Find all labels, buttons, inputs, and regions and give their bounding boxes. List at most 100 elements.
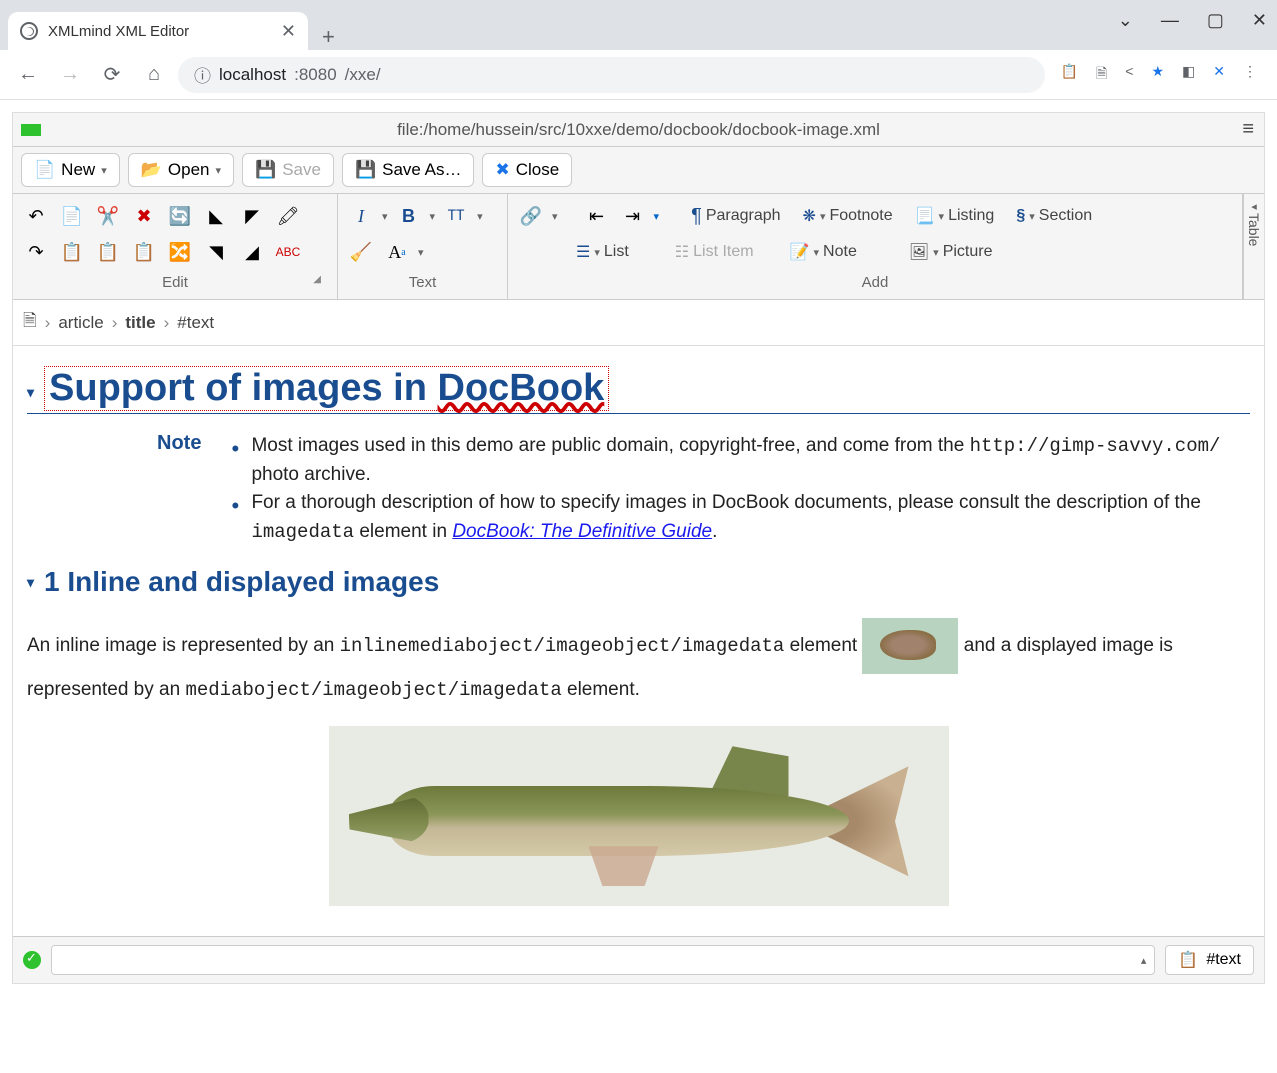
tab-close-icon[interactable]: ✕: [281, 21, 296, 42]
close-icon: ✖: [495, 160, 509, 180]
indent-caret[interactable]: ▾: [654, 210, 660, 223]
menu-icon[interactable]: ⋮: [1243, 63, 1257, 87]
insert-after-icon[interactable]: ◥: [201, 237, 231, 267]
title-link[interactable]: DocBook: [438, 367, 605, 409]
add-note[interactable]: 📝▾Note: [782, 238, 865, 266]
bold-icon[interactable]: B: [394, 201, 424, 231]
add-picture[interactable]: 🖼▾Picture: [901, 238, 1001, 266]
new-tab-button[interactable]: +: [308, 24, 349, 50]
block-image-pike[interactable]: [329, 726, 949, 906]
share-icon[interactable]: <: [1125, 63, 1133, 87]
paste-before-icon[interactable]: 📋: [93, 237, 123, 267]
save-as-button[interactable]: 💾Save As…: [342, 153, 475, 187]
document-icon[interactable]: 🗎: [23, 308, 37, 337]
insert-icon[interactable]: ◤: [237, 201, 267, 231]
redo-icon[interactable]: ↷: [21, 237, 51, 267]
italic-icon[interactable]: I: [346, 201, 376, 231]
clipboard-icon[interactable]: 📋: [1061, 63, 1078, 87]
ribbon: ↶ 📄 ✂️ ✖ 🔄 ◣ ◤ 🖍 ↷ 📋 📋 📋 🔀 ◥ ◢ ABC Edit: [13, 194, 1264, 300]
spellcheck-icon[interactable]: ABC: [273, 237, 303, 267]
section-heading[interactable]: ▾ 1 Inline and displayed images: [27, 566, 1250, 598]
clipboard-status[interactable]: 📋 #text: [1165, 945, 1254, 975]
new-button[interactable]: 📄New▾: [21, 153, 120, 187]
document-icon[interactable]: 🗎: [1096, 63, 1107, 87]
ribbon-table-tab[interactable]: ◂Table: [1243, 194, 1264, 299]
footnote-icon: ❋: [803, 206, 816, 226]
ribbon-text-label: Text: [346, 270, 499, 295]
bc-article[interactable]: article: [58, 313, 103, 333]
close-button[interactable]: ✖Close: [482, 153, 572, 187]
cut-icon[interactable]: ✂️: [93, 201, 123, 231]
sidebar-icon[interactable]: ◧: [1182, 63, 1195, 87]
link-icon[interactable]: 🔗: [516, 201, 546, 231]
minimize-icon[interactable]: —: [1161, 10, 1179, 31]
note-icon: 📝: [790, 242, 810, 262]
forward-button[interactable]: →: [52, 57, 88, 93]
inline-image-fish[interactable]: [862, 618, 958, 674]
browser-tab[interactable]: XMLmind XML Editor ✕: [8, 12, 308, 50]
ribbon-add-group: 🔗▾ ⇤ ⇥ ▾ ¶Paragraph ❋▾Footnote 📃▾Listing…: [508, 194, 1243, 299]
collapse-icon[interactable]: ▾: [27, 574, 34, 591]
convert-icon[interactable]: 🔀: [165, 237, 195, 267]
document-view[interactable]: ▾ Support of images in DocBook Note Most…: [13, 346, 1264, 936]
hamburger-icon[interactable]: ≡: [1242, 118, 1254, 141]
bc-title[interactable]: title: [125, 313, 155, 333]
undo-icon[interactable]: ↶: [21, 201, 51, 231]
new-file-icon: 📄: [34, 160, 55, 180]
address-actions: 📋 🗎 < ★ ◧ ✕ ⋮: [1051, 63, 1267, 87]
document-title[interactable]: ▾ Support of images in DocBook: [27, 366, 1250, 414]
add-section[interactable]: §▾Section: [1008, 203, 1100, 229]
list-icon: ☰: [576, 242, 590, 262]
insert-before-icon[interactable]: ◣: [201, 201, 231, 231]
add-listing[interactable]: 📃▾Listing: [907, 202, 1003, 230]
url-host: localhost: [219, 65, 286, 85]
status-ok-icon[interactable]: [23, 951, 41, 969]
bc-text[interactable]: #text: [177, 313, 214, 333]
section-icon: §: [1016, 207, 1025, 225]
add-footnote[interactable]: ❋▾Footnote: [795, 202, 901, 230]
ribbon-edit-label[interactable]: Edit: [21, 270, 329, 295]
paste-icon[interactable]: 📋: [57, 237, 87, 267]
paragraph-icon: ¶: [691, 205, 702, 228]
info-icon[interactable]: ⓘ: [194, 62, 211, 87]
picture-icon: 🖼: [909, 242, 929, 262]
body-paragraph[interactable]: An inline image is represented by an inl…: [27, 618, 1250, 706]
add-list[interactable]: ☰▾List: [568, 238, 637, 266]
open-button[interactable]: 📂Open▾: [128, 153, 234, 187]
docbook-guide-link[interactable]: DocBook: The Definitive Guide: [452, 521, 712, 542]
note-item[interactable]: For a thorough description of how to spe…: [231, 489, 1250, 546]
browser-tab-strip: XMLmind XML Editor ✕ + ⌄ — ▢ ✕: [0, 0, 1277, 50]
indent-left-icon[interactable]: ⇤: [582, 201, 612, 231]
list-item-icon: ☷: [675, 242, 689, 262]
paste-after-icon[interactable]: 📋: [129, 237, 159, 267]
tab-title: XMLmind XML Editor: [48, 23, 271, 40]
monospace-icon[interactable]: TT: [441, 201, 471, 231]
font-color-icon[interactable]: Aa: [382, 237, 412, 267]
delete-icon[interactable]: ✖: [129, 201, 159, 231]
copy-icon[interactable]: 📄: [57, 201, 87, 231]
globe-icon: [20, 22, 38, 40]
maximize-icon[interactable]: ▢: [1207, 10, 1224, 31]
status-input[interactable]: ▴: [51, 945, 1155, 975]
replace-icon[interactable]: 🔄: [165, 201, 195, 231]
add-paragraph[interactable]: ¶Paragraph: [683, 201, 788, 232]
back-button[interactable]: ←: [10, 57, 46, 93]
indent-right-icon[interactable]: ⇥: [618, 201, 648, 231]
chevron-down-icon[interactable]: ⌄: [1118, 10, 1133, 31]
add-list-item[interactable]: ☷List Item: [667, 238, 762, 266]
bookmark-icon[interactable]: ★: [1151, 63, 1164, 87]
home-button[interactable]: ⌂: [136, 57, 172, 93]
ribbon-add-label: Add: [516, 270, 1234, 295]
ribbon-text-group: I▾ B▾ TT▾ 🧹 Aa▾ Text: [338, 194, 508, 299]
reload-button[interactable]: ⟳: [94, 57, 130, 93]
highlight-icon[interactable]: 🖍: [273, 201, 303, 231]
chevron-up-icon[interactable]: ▴: [1141, 954, 1147, 967]
clear-format-icon[interactable]: 🧹: [346, 237, 376, 267]
wrap-icon[interactable]: ◢: [237, 237, 267, 267]
url-input[interactable]: ⓘ localhost:8080/xxe/: [178, 57, 1045, 93]
collapse-icon[interactable]: ▾: [27, 384, 34, 401]
extension-icon[interactable]: ✕: [1213, 63, 1225, 87]
save-button[interactable]: 💾Save: [242, 153, 334, 187]
window-close-icon[interactable]: ✕: [1252, 10, 1267, 31]
note-item[interactable]: Most images used in this demo are public…: [231, 432, 1250, 489]
